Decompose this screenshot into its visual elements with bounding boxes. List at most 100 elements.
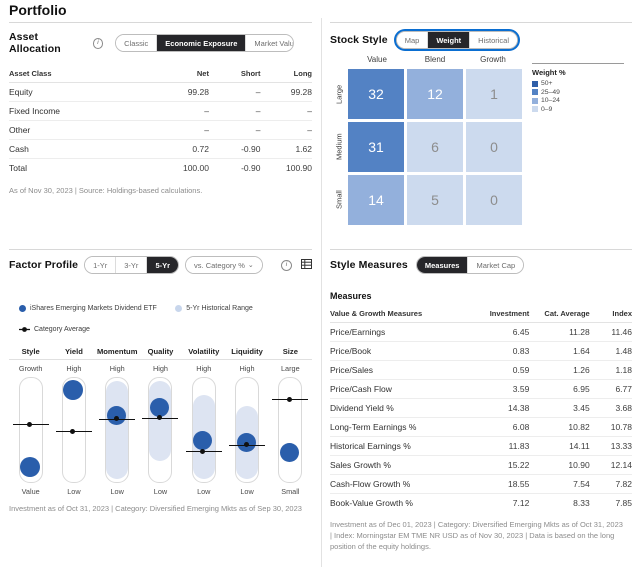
factor-track <box>185 377 222 483</box>
table-row-total: Total 100.00 -0.90 100.90 <box>9 158 312 177</box>
cell-index: 1.18 <box>589 360 632 380</box>
info-icon[interactable]: i <box>281 259 292 271</box>
factor-category-average-dot <box>286 396 292 402</box>
cell-investment: 0.59 <box>471 360 530 380</box>
style-box-cell[interactable]: 32 <box>348 69 404 119</box>
factor-track <box>142 377 179 483</box>
factor-column[interactable]: Large Small <box>269 364 312 496</box>
table-header-row: Value & Growth Measures Investment Cat. … <box>330 306 632 323</box>
factor-bottom-label: Low <box>67 487 81 496</box>
table-row: Price/Sales 0.59 1.26 1.18 <box>330 360 632 380</box>
tab-measures[interactable]: Measures <box>416 257 469 273</box>
legend-item-category-average: Category Average <box>19 320 90 338</box>
table-row: Equity 99.28 – 99.28 <box>9 82 312 102</box>
legend-rule <box>532 63 624 64</box>
cell-long: 100.90 <box>260 158 312 177</box>
factor-column[interactable]: High Low <box>225 364 268 496</box>
factor-category-average-dot <box>243 442 249 448</box>
style-measures-footnote: Investment as of Dec 01, 2023 | Category… <box>330 520 623 551</box>
legend-label: 5-Yr Historical Range <box>186 305 253 312</box>
row-label: Total <box>9 158 149 177</box>
factor-column[interactable]: High Low <box>52 364 95 496</box>
col-header-growth: Growth <box>480 55 506 64</box>
legend-label: 25–49 <box>541 88 560 96</box>
row-label: Price/Book <box>330 341 472 361</box>
asset-allocation-tabs[interactable]: Classic Economic Exposure Market Value <box>115 34 294 52</box>
row-label: Historical Earnings % <box>330 436 472 456</box>
cell-investment: 0.83 <box>471 341 530 361</box>
factor-track <box>12 377 49 483</box>
table-row: Historical Earnings % 11.83 14.11 13.33 <box>330 436 632 456</box>
stock-style-tabs[interactable]: Map Weight Historical <box>395 31 519 49</box>
style-box-cell[interactable]: 31 <box>348 122 404 172</box>
measures-subtitle: Measures <box>330 291 372 301</box>
legend-label: Category Average <box>34 325 90 333</box>
factor-column[interactable]: High Low <box>139 364 182 496</box>
factor-investment-bubble[interactable] <box>149 397 169 417</box>
cell-investment: 6.45 <box>471 322 530 342</box>
tab-map[interactable]: Map <box>396 32 429 48</box>
row-header-medium: Medium <box>334 133 344 161</box>
tab-historical[interactable]: Historical <box>470 32 518 48</box>
cell-cat-average: 1.64 <box>529 341 590 361</box>
cell-short: – <box>208 82 261 102</box>
tab-economic-exposure[interactable]: Economic Exposure <box>157 35 247 51</box>
factor-column[interactable]: High Low <box>182 364 225 496</box>
cell-short: – <box>208 101 261 121</box>
style-box-cell[interactable]: 5 <box>407 175 463 225</box>
cell-investment: 18.55 <box>471 474 530 494</box>
factor-header: Yield <box>64 347 83 356</box>
info-icon[interactable]: i <box>92 37 104 49</box>
factor-bottom-label: Low <box>240 487 254 496</box>
portfolio-page: Portfolio Asset Allocation i Classic Eco… <box>0 0 640 567</box>
row-header-small: Small <box>334 190 344 210</box>
cell-long: 1.62 <box>260 139 312 159</box>
style-measures-tabs[interactable]: Measures Market Cap <box>415 256 525 274</box>
style-box-cell-value: 0 <box>490 192 498 208</box>
cell-net: 99.28 <box>148 82 209 102</box>
style-box-cell[interactable]: 0 <box>466 175 522 225</box>
compare-dropdown-pill[interactable]: vs. Category % ⌄ <box>186 257 262 273</box>
tab-classic[interactable]: Classic <box>116 35 158 51</box>
stock-style-title: Stock Style <box>330 34 388 46</box>
cell-investment: 11.83 <box>471 436 530 456</box>
tab-5yr[interactable]: 5-Yr <box>147 257 179 273</box>
row-header-large: Large <box>334 84 344 104</box>
cell-index: 6.77 <box>589 379 632 399</box>
factor-header: Size <box>282 347 298 356</box>
style-box-cell[interactable]: 1 <box>466 69 522 119</box>
factor-investment-bubble[interactable] <box>19 457 40 478</box>
style-box-cell[interactable]: 12 <box>407 69 463 119</box>
tab-3yr[interactable]: 3-Yr <box>116 257 148 273</box>
style-box-cell-value: 12 <box>427 86 443 102</box>
factor-top-label: High <box>196 364 212 373</box>
cell-cat-average: 11.28 <box>529 322 590 342</box>
style-box-cell[interactable]: 14 <box>348 175 404 225</box>
tab-1yr[interactable]: 1-Yr <box>85 257 117 273</box>
legend-line-marker-icon <box>19 320 30 338</box>
factor-column[interactable]: Growth Value <box>9 364 52 496</box>
stock-style-panel: Stock Style Map Weight Historical Value … <box>330 31 632 233</box>
cell-investment: 3.59 <box>471 379 530 399</box>
table-row: Dividend Yield % 14.38 3.45 3.68 <box>330 398 632 418</box>
factor-top-label: High <box>66 364 82 373</box>
factor-investment-bubble[interactable] <box>279 443 299 463</box>
tab-market-cap[interactable]: Market Cap <box>468 257 524 273</box>
table-view-icon[interactable] <box>301 256 312 274</box>
style-box-cell[interactable]: 0 <box>466 122 522 172</box>
row-label: Other <box>9 120 149 140</box>
row-label: Equity <box>9 82 149 102</box>
tab-market-value[interactable]: Market Value <box>246 35 294 51</box>
factor-investment-bubble[interactable] <box>62 380 83 401</box>
factor-profile-compare-dropdown[interactable]: vs. Category % ⌄ <box>185 256 263 274</box>
factor-profile-period-tabs[interactable]: 1-Yr 3-Yr 5-Yr <box>84 256 180 274</box>
cell-index: 7.85 <box>615 498 632 508</box>
table-row: Other – – – <box>9 120 312 140</box>
table-header-row: Asset Class Net Short Long <box>9 66 312 83</box>
factor-bottom-label: Value <box>21 487 40 496</box>
row-label: Dividend Yield % <box>330 398 472 418</box>
tab-weight[interactable]: Weight <box>428 32 471 48</box>
factor-column[interactable]: High Low <box>96 364 139 496</box>
factor-track <box>99 377 136 483</box>
style-box-cell[interactable]: 6 <box>407 122 463 172</box>
